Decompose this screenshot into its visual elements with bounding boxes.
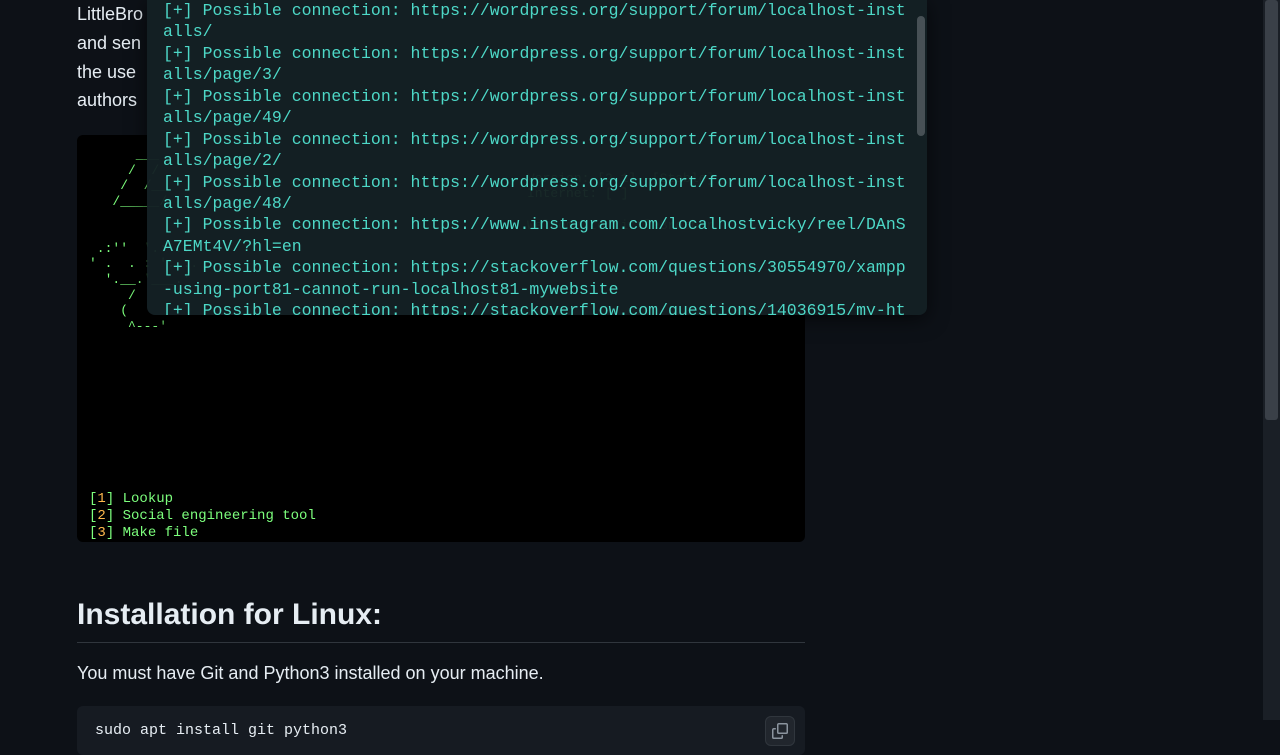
menu-item-3: [3] Make file xyxy=(89,525,198,541)
page-scrollbar-thumb[interactable] xyxy=(1265,0,1278,420)
overlay-scrollbar-thumb[interactable] xyxy=(917,16,925,136)
install-code-block: sudo apt install git python3 xyxy=(77,706,805,755)
menu-item-4: [4] Show Database xyxy=(89,542,232,543)
intro-frag-4: authors xyxy=(77,90,137,110)
connection-line: [+] Possible connection: https://wordpre… xyxy=(163,43,911,86)
install-paragraph: You must have Git and Python3 installed … xyxy=(77,663,805,684)
menu-item-1: [1] Lookup xyxy=(89,491,173,507)
intro-frag-2: and sen xyxy=(77,33,141,53)
copy-button[interactable] xyxy=(765,716,795,746)
menu-item-2: [2] Social engineering tool xyxy=(89,508,316,524)
connection-line: [+] Possible connection: https://wordpre… xyxy=(163,0,911,43)
connection-line: [+] Possible connection: https://wordpre… xyxy=(163,172,911,215)
install-heading: Installation for Linux: xyxy=(77,598,805,643)
menu-block: [1] Lookup [2] Social engineering tool [… xyxy=(89,474,793,542)
connection-line: [+] Possible connection: https://stackov… xyxy=(163,300,911,315)
output-overlay-terminal[interactable]: [+] Possible connection: https://wordpre… xyxy=(147,0,927,315)
connection-line: [+] Possible connection: https://www.ins… xyxy=(163,214,911,257)
install-code: sudo apt install git python3 xyxy=(95,722,347,739)
intro-frag-1: LittleBro xyxy=(77,4,143,24)
connection-line: [+] Possible connection: https://wordpre… xyxy=(163,86,911,129)
connection-line: [+] Possible connection: https://wordpre… xyxy=(163,129,911,172)
page-scrollbar-track[interactable] xyxy=(1263,0,1280,720)
connection-line: [+] Possible connection: https://stackov… xyxy=(163,257,911,300)
copy-icon xyxy=(772,723,788,739)
intro-frag-3: the use xyxy=(77,62,136,82)
